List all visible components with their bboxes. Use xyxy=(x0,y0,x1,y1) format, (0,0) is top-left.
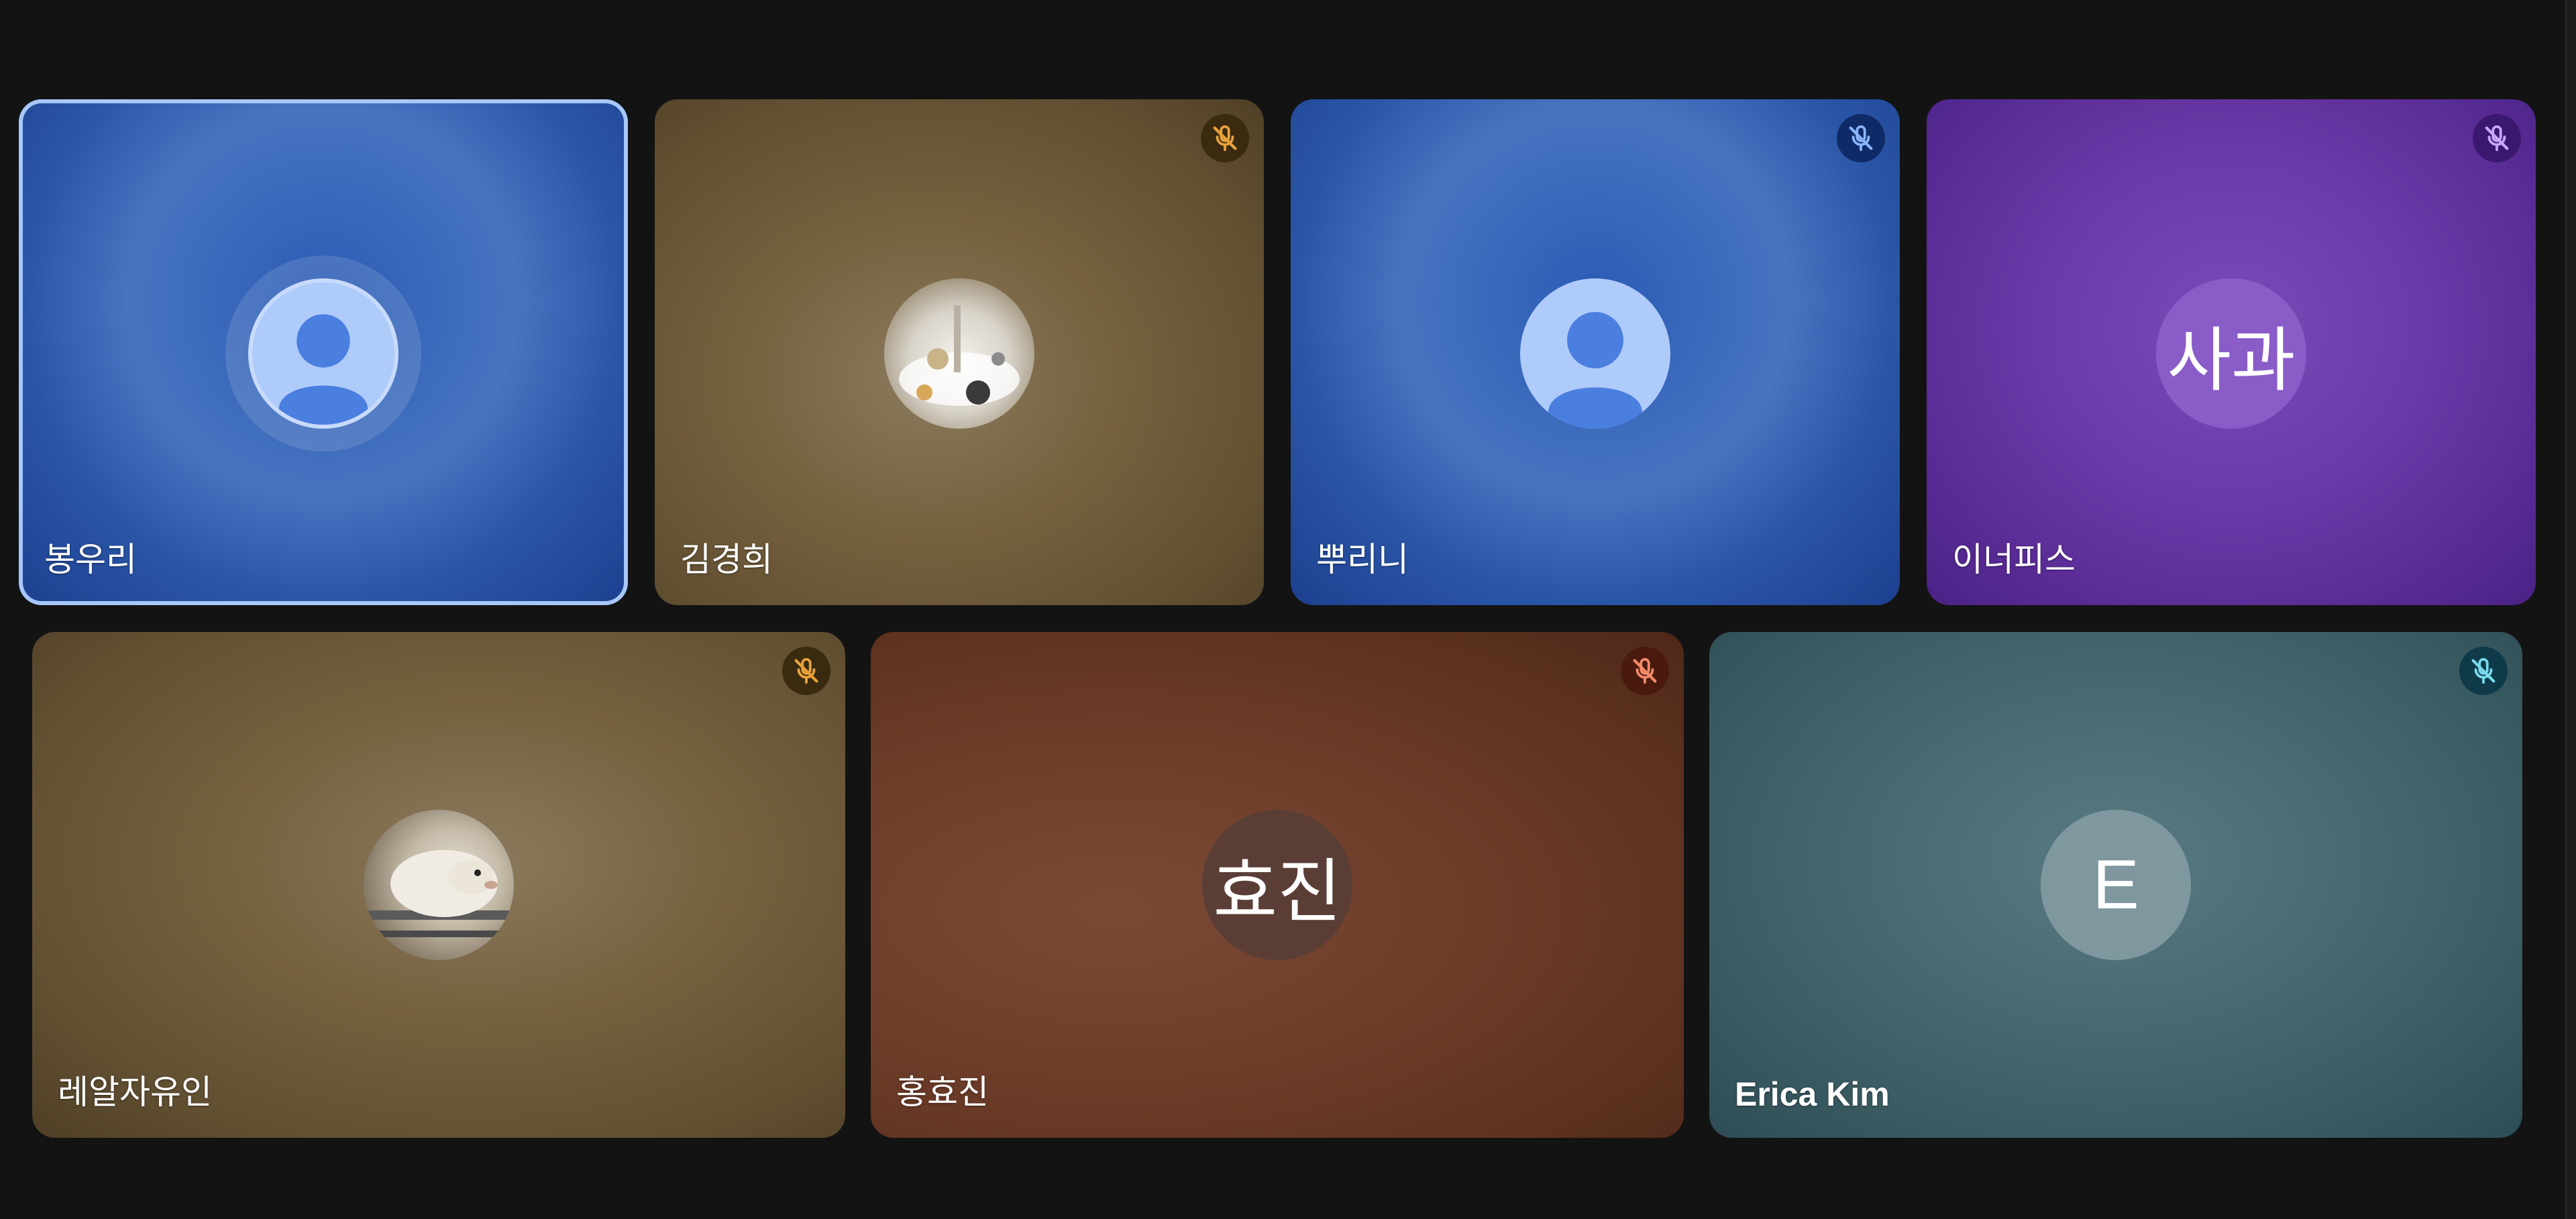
participant-tile[interactable]: E Erica Kim xyxy=(1709,632,2522,1138)
participant-name: Erica Kim xyxy=(1735,1075,1890,1113)
participant-tile[interactable]: 봉우리 xyxy=(19,99,628,605)
mic-off-icon xyxy=(2459,647,2508,695)
participant-name: 이너피스 xyxy=(1952,540,2076,579)
avatar-initials: 사과 xyxy=(2156,278,2306,429)
video-call-grid: 봉우리 김경희 뿌리니 사과 이너피스 레알자유인 효진 홍효진 E Erica… xyxy=(0,0,2576,1219)
person-icon xyxy=(1548,312,1642,429)
profile-photo xyxy=(884,278,1034,429)
participant-tile[interactable]: 김경희 xyxy=(655,99,1264,605)
avatar xyxy=(248,278,398,429)
mic-off-icon xyxy=(782,647,830,695)
participant-name: 레알자유인 xyxy=(58,1073,212,1112)
person-icon xyxy=(278,314,368,425)
participant-name: 뿌리니 xyxy=(1316,540,1409,579)
profile-photo xyxy=(364,810,514,960)
participant-tile[interactable]: 레알자유인 xyxy=(32,632,845,1138)
mic-off-icon xyxy=(1621,647,1669,695)
participant-name: 봉우리 xyxy=(44,540,137,579)
participant-name: 김경희 xyxy=(680,540,773,579)
mic-off-icon xyxy=(2473,114,2521,162)
avatar xyxy=(1520,278,1670,429)
avatar-initials: 효진 xyxy=(1202,810,1352,960)
participant-tile[interactable]: 사과 이너피스 xyxy=(1927,99,2536,605)
participant-tile[interactable]: 효진 홍효진 xyxy=(871,632,1684,1138)
participant-name: 홍효진 xyxy=(896,1073,989,1112)
avatar-initials: E xyxy=(2041,810,2191,960)
participant-tile[interactable]: 뿌리니 xyxy=(1291,99,1900,605)
scrollbar[interactable] xyxy=(2565,0,2576,1219)
mic-off-icon xyxy=(1837,114,1885,162)
mic-off-icon xyxy=(1201,114,1249,162)
